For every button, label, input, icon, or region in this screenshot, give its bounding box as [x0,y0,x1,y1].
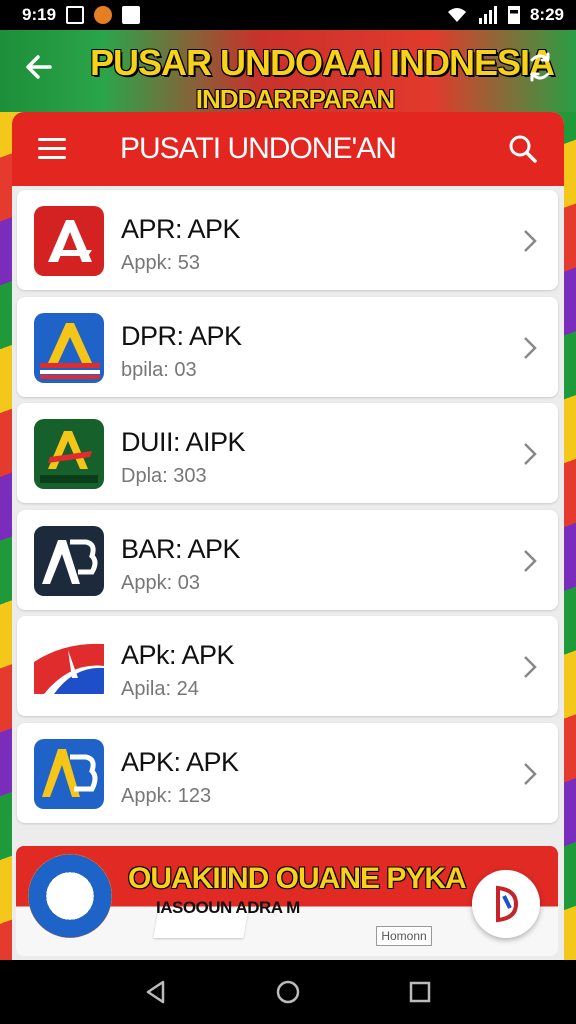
banner-headline: OUAKIIND OUANE PYKA [128,862,467,895]
back-arrow-icon[interactable] [24,52,54,82]
chevron-right-icon [524,443,537,465]
banner-tagline: IASOOUN ADRA M [156,898,300,917]
banner-logo [28,854,112,938]
nav-recents-icon[interactable] [407,979,433,1005]
navigation-bar [0,960,576,1024]
list-item[interactable]: DPR: APK bpila: 03 [17,296,558,397]
banner-tag: Homonn [376,926,432,946]
list-item[interactable]: DUII: AIPK Dpla: 303 [17,403,558,503]
app-subtitle: Appk: 123 [121,784,212,807]
app-title: APR: APK [121,214,241,244]
app-title: DPR: APK [121,320,242,351]
app-subtitle: Appk: 03 [121,571,200,594]
toolbar-title: PUSATI UNDONE'AN [120,132,397,165]
status-bar: 9:19 8:29 [0,0,576,30]
mail-notification-icon [122,6,141,24]
status-clock: 8:29 [529,5,564,24]
nav-home-icon[interactable] [275,979,301,1005]
list-item[interactable]: APK: APK Appk: 123 [17,722,558,823]
app-title: BAR: APK [121,533,241,564]
app-subtitle: Dpla: 303 [121,465,207,487]
swap-icon[interactable] [524,50,556,84]
status-time: 9:19 [22,5,57,24]
chevron-right-icon [524,656,537,678]
toolbar: PUSATI UNDONE'AN [12,112,564,186]
battery-icon [507,6,520,24]
chevron-right-icon [524,230,537,252]
wifi-icon [447,8,466,22]
app-header: PUSAR UNDOAAI INDNESIA INDDARRPARAN [0,30,576,114]
app-notification-icon [94,6,113,24]
chevron-right-icon [524,549,537,572]
app-a-blue-icon [34,312,104,383]
app-title: APK: APK [121,746,239,777]
app-list: APR: APK Appk: 53 DPR: APK bpila: 03 DUI… [17,190,558,829]
search-icon[interactable] [508,134,538,164]
app-ab-blue-icon [34,738,104,809]
app-a-green-icon [34,419,104,489]
app-title: PUSAR UNDOAAI INDNESIA [90,42,555,83]
app-flag-icon [34,632,104,702]
signal-icon [478,6,497,24]
list-item[interactable]: BAR: APK Appk: 03 [17,509,558,610]
list-item[interactable]: APR: APK Appk: 53 [17,190,558,290]
app-a-red-icon [34,206,104,276]
app-title: APk: APK [121,640,235,670]
app-ab-navy-icon [34,525,104,596]
menu-icon[interactable] [38,138,66,160]
app-subtitle: INDDARRPARAN [195,84,395,114]
app-subtitle: Apila: 24 [121,678,199,700]
app-subtitle: Appk: 53 [121,252,200,274]
app-title: DUII: AIPK [121,427,246,457]
nav-back-icon[interactable] [143,979,169,1005]
promo-banner[interactable]: OUAKIIND OUANE PYKA IASOOUN ADRA M Homon… [16,846,558,956]
chevron-right-icon [524,762,537,785]
banner-action-button[interactable] [472,870,540,938]
app-subtitle: bpila: 03 [121,358,197,381]
chevron-right-icon [524,336,537,359]
list-item[interactable]: APk: APK Apila: 24 [17,616,558,716]
gallery-notification-icon [66,6,85,24]
